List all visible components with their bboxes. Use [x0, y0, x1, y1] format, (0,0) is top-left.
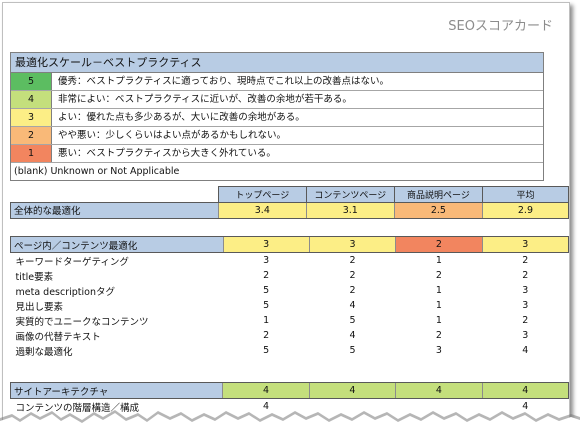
score-cell: 2: [435, 270, 442, 281]
row-label: 過剰な最適化: [15, 346, 73, 358]
score-cell: 5: [349, 315, 356, 326]
page-title: SEOスコアカード: [448, 19, 553, 34]
score-cell: 1: [435, 285, 442, 296]
scale-number: 5: [11, 73, 52, 90]
score-cell: 2: [435, 330, 442, 341]
scale-legend: 最適化スケール－ベストプラクティス 5 優秀：ベストプラクティスに適っており、現…: [10, 52, 544, 181]
scale-row-3: 3 よい：優れた点も多少あるが、大いに改善の余地がある。: [11, 109, 543, 127]
score-cell: 1: [435, 300, 442, 311]
score-cell: 4: [349, 300, 356, 311]
score-cell: 4: [395, 382, 483, 399]
score-cell: 2: [395, 236, 483, 253]
scale-row-2: 2 やや悪い：少しくらいはよい点があるかもしれない。: [11, 127, 543, 145]
scale-blank-description: Unknown or Not Applicable: [50, 166, 180, 177]
score-cell: 3.1: [305, 201, 395, 219]
score-cell: 3: [522, 300, 529, 311]
score-cell: 5: [349, 345, 356, 356]
scale-row-blank: (blank) Unknown or Not Applicable: [11, 163, 543, 180]
section-label: ページ内／コンテンツ最適化: [10, 236, 224, 253]
scale-number: 3: [11, 109, 52, 126]
scale-description: 悪い：ベストプラクティスから大きく外れている。: [58, 148, 276, 159]
table-row: 過剰な最適化 5 5 3 4: [11, 343, 569, 358]
score-cell: 2.9: [481, 201, 569, 219]
score-cell: 3: [308, 236, 396, 253]
column-header-content: コンテンツページ: [305, 186, 395, 203]
table-row: キーワードターゲティング 3 2 1 2: [11, 253, 569, 269]
score-cell: 4: [222, 382, 310, 399]
score-cell: 3: [263, 255, 270, 266]
table-row: title要素 2 2 2 2: [11, 268, 569, 283]
scale-description: 非常によい：ベストプラクティスに近いが、改善の余地が若干ある。: [58, 94, 352, 105]
score-cell: 4: [349, 330, 356, 341]
table-row: 画像の代替テキスト 2 4 2 3: [11, 328, 569, 343]
section-row-architecture: サイトアーキテクチャ 4 4 4 4: [9, 382, 569, 399]
table-row: 見出し要素 5 4 1 3: [11, 298, 569, 313]
score-cell: 5: [263, 285, 270, 296]
score-cell: 2.5: [393, 201, 483, 219]
overall-table: トップページ コンテンツページ 商品説明ページ 平均 全体的な最適化 3.4 3…: [9, 186, 569, 219]
scale-row-1: 1 悪い：ベストプラクティスから大きく外れている。: [11, 145, 543, 163]
section-row-onpage: ページ内／コンテンツ最適化 3 3 2 3: [10, 236, 569, 253]
score-cell: 2: [522, 255, 529, 266]
overall-label: 全体的な最適化: [9, 201, 219, 219]
score-cell: 2: [522, 270, 529, 281]
scale-header: 最適化スケール－ベストプラクティス: [11, 53, 543, 73]
scale-number: 1: [11, 145, 52, 162]
score-cell: 5: [263, 300, 270, 311]
scale-description: やや悪い：少しくらいはよい点があるかもしれない。: [58, 130, 287, 141]
row-label: 見出し要素: [15, 301, 64, 313]
score-cell: 1: [263, 315, 270, 326]
score-cell: 2: [349, 270, 356, 281]
score-cell: 2: [522, 315, 529, 326]
onpage-table: ページ内／コンテンツ最適化 3 3 2 3 キーワードターゲティング 3 2 1…: [10, 236, 569, 358]
score-cell: 2: [349, 255, 356, 266]
scale-number: 2: [11, 127, 52, 144]
scale-description: 優秀：ベストプラクティスに適っており、現時点でこれ以上の改善点はない。: [58, 76, 389, 87]
column-header-top: トップページ: [218, 186, 307, 203]
score-cell: 4: [308, 382, 396, 399]
scale-number: 4: [11, 91, 52, 108]
row-label: 実質的でユニークなコンテンツ: [15, 316, 149, 328]
scale-description: よい：優れた点も多少あるが、大いに改善の余地がある。: [58, 112, 305, 123]
scale-row-5: 5 優秀：ベストプラクティスに適っており、現時点でこれ以上の改善点はない。: [11, 73, 543, 91]
row-label: meta descriptionタグ: [15, 286, 116, 298]
row-label: キーワードターゲティング: [15, 256, 129, 268]
score-cell: 1: [435, 315, 442, 326]
scorecard-sheet: SEOスコアカード 最適化スケール－ベストプラクティス 5 優秀：ベストプラクテ…: [2, 2, 570, 434]
score-cell: 2: [263, 330, 270, 341]
score-cell: 3: [522, 285, 529, 296]
scale-blank-label: (blank): [14, 166, 48, 177]
scale-row-4: 4 非常によい：ベストプラクティスに近いが、改善の余地が若干ある。: [11, 91, 543, 109]
score-cell: 3: [522, 330, 529, 341]
score-cell: 4: [481, 382, 569, 399]
table-row: meta descriptionタグ 5 2 1 3: [11, 283, 569, 298]
column-header-average: 平均: [481, 186, 569, 203]
row-label: title要素: [15, 271, 54, 283]
row-label: 画像の代替テキスト: [15, 331, 101, 343]
overall-row: 全体的な最適化 3.4 3.1 2.5 2.9: [9, 201, 569, 219]
table-row: 実質的でユニークなコンテンツ 1 5 1 2: [11, 313, 569, 328]
score-cell: 2: [263, 270, 270, 281]
score-cell: 3.4: [218, 201, 307, 219]
section-label: サイトアーキテクチャ: [9, 382, 223, 399]
torn-paper-edge: [0, 410, 580, 442]
column-header-product: 商品説明ページ: [393, 186, 483, 203]
score-cell: 4: [522, 345, 529, 356]
score-cell: 2: [349, 285, 356, 296]
score-cell: 3: [481, 236, 569, 253]
score-cell: 3: [222, 236, 310, 253]
empty-header-cell: [11, 187, 219, 203]
score-cell: 5: [263, 345, 270, 356]
column-header-row: トップページ コンテンツページ 商品説明ページ 平均: [11, 186, 569, 203]
score-cell: 1: [435, 255, 442, 266]
score-cell: 3: [435, 345, 442, 356]
